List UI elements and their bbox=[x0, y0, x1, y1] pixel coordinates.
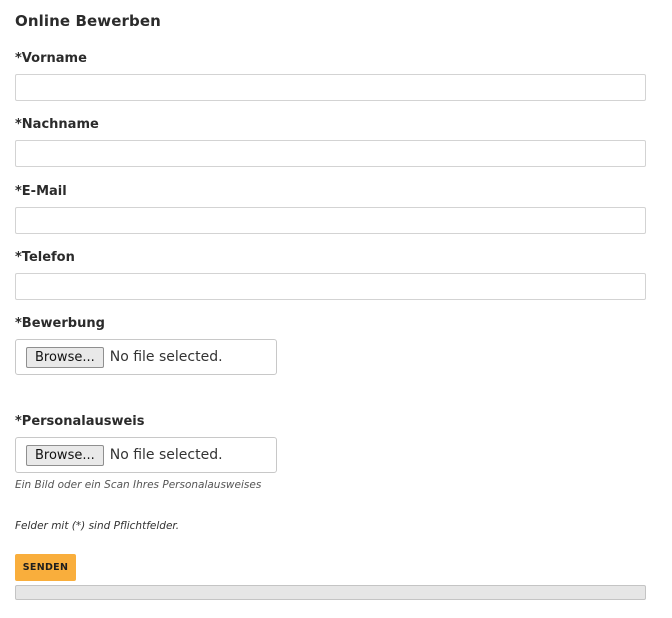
upload-progress-bar bbox=[15, 585, 646, 600]
personalausweis-hint: Ein Bild oder ein Scan Ihres Personalaus… bbox=[15, 479, 262, 491]
email-field[interactable] bbox=[15, 207, 646, 234]
personalausweis-label: *Personalausweis bbox=[15, 414, 145, 429]
submit-button[interactable]: SENDEN bbox=[15, 554, 76, 581]
bewerbung-label: *Bewerbung bbox=[15, 316, 105, 331]
bewerbung-browse-button[interactable]: Browse... bbox=[26, 346, 104, 368]
telefon-label: *Telefon bbox=[15, 250, 75, 265]
required-fields-note: Felder mit (*) sind Pflichtfelder. bbox=[15, 520, 180, 532]
form-title: Online Bewerben bbox=[15, 12, 161, 30]
nachname-field[interactable] bbox=[15, 140, 646, 167]
bewerbung-file-input[interactable]: Browse... No file selected. bbox=[15, 339, 277, 375]
personalausweis-file-input[interactable]: Browse... No file selected. bbox=[15, 437, 277, 473]
personalausweis-file-status: No file selected. bbox=[109, 447, 223, 463]
vorname-label: *Vorname bbox=[15, 51, 87, 66]
personalausweis-browse-button[interactable]: Browse... bbox=[26, 444, 104, 466]
bewerbung-file-status: No file selected. bbox=[109, 349, 223, 365]
vorname-field[interactable] bbox=[15, 74, 646, 101]
telefon-field[interactable] bbox=[15, 273, 646, 300]
email-label: *E-Mail bbox=[15, 184, 67, 199]
nachname-label: *Nachname bbox=[15, 117, 99, 132]
